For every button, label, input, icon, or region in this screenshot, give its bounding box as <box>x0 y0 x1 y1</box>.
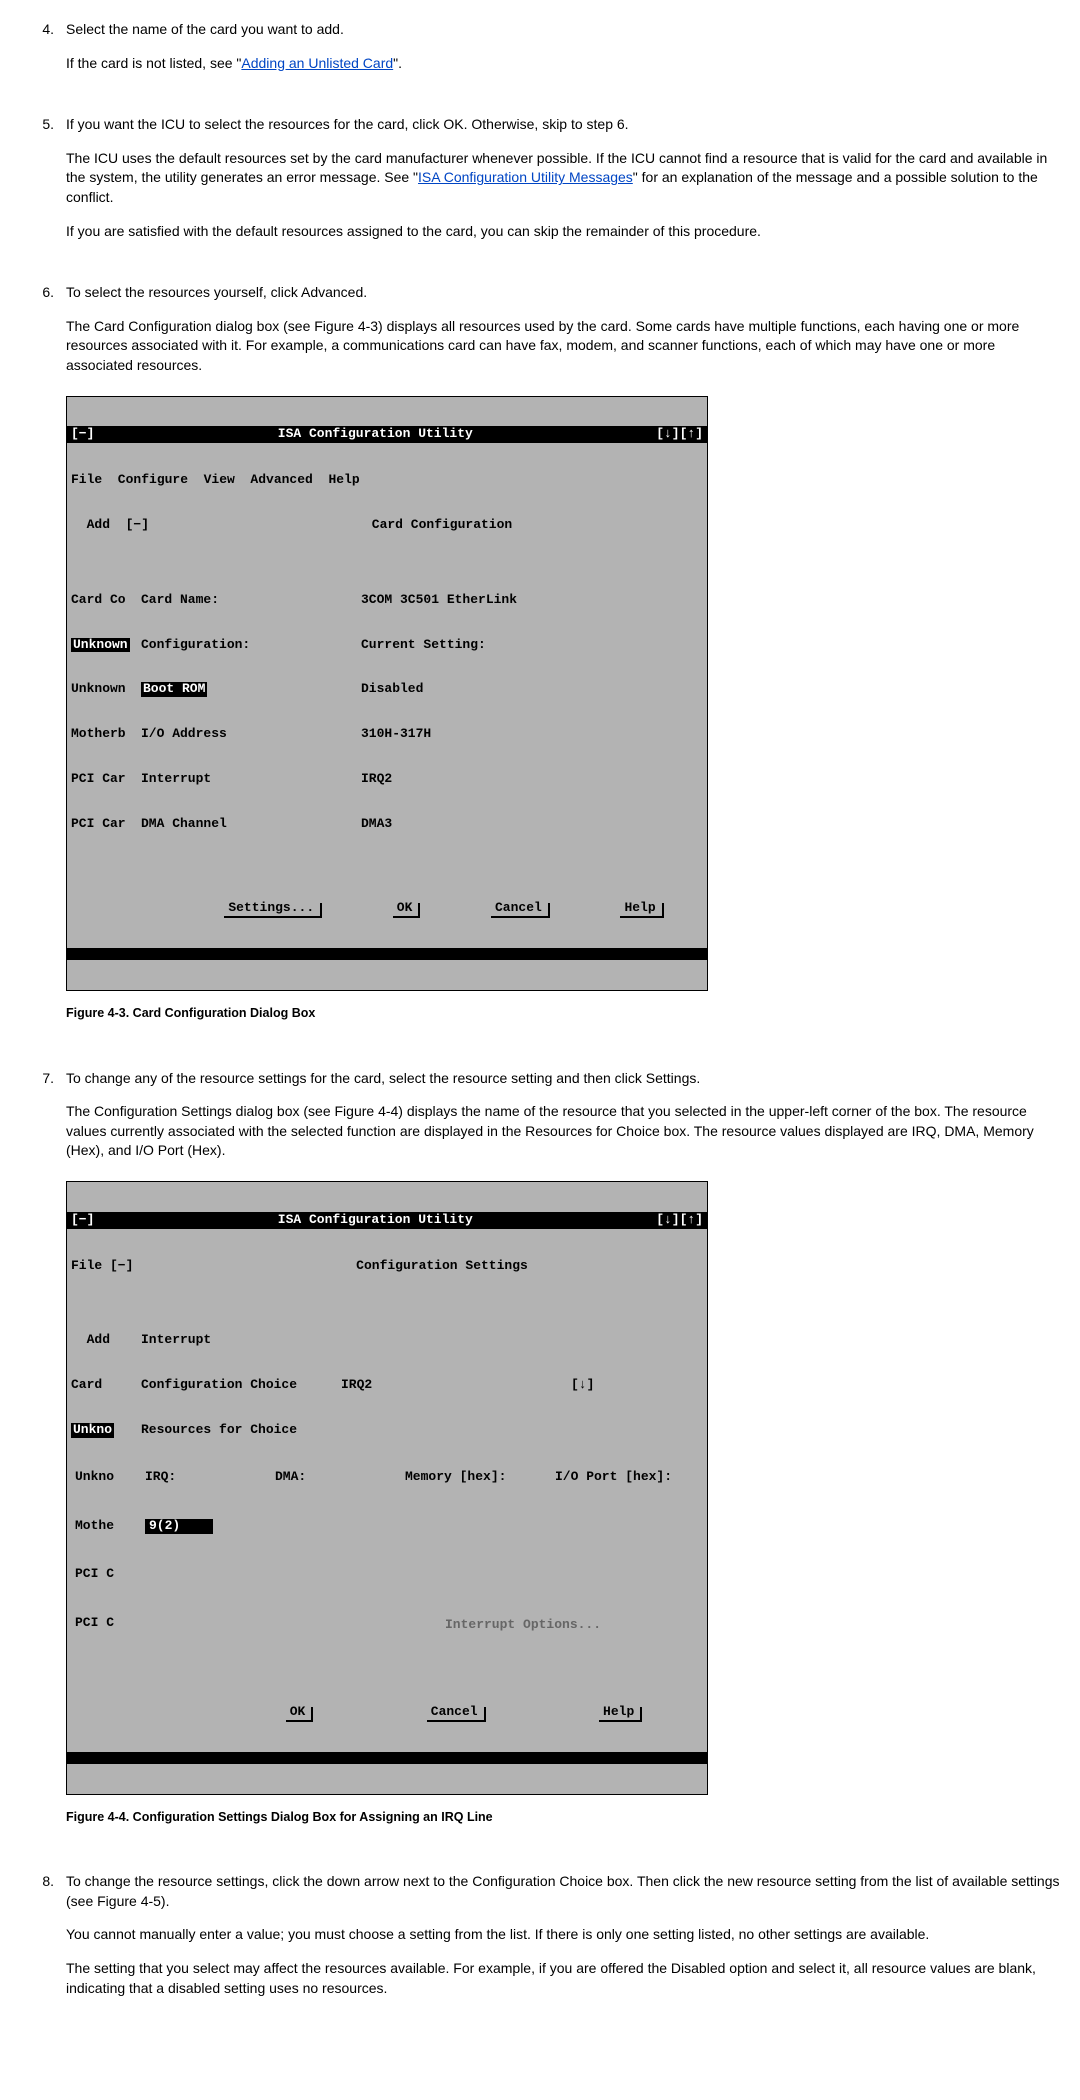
step-6-number: 6. <box>20 283 66 1041</box>
sidebar-item: Motherb <box>71 727 141 742</box>
help-button[interactable]: Help <box>618 901 661 916</box>
label-ioport: I/O Port [hex]: <box>555 1470 705 1485</box>
link-isa-config-messages[interactable]: ISA Configuration Utility Messages <box>418 169 633 185</box>
step-7-number: 7. <box>20 1069 66 1845</box>
label-configuration: Configuration: <box>141 638 361 653</box>
figure-4-3-screenshot: [−] ISA Configuration Utility [↓][↑] Fil… <box>66 396 708 992</box>
step-4-note: If the card is not listed, see "Adding a… <box>66 54 1060 74</box>
sidebar-item: Add <box>71 1333 141 1348</box>
interrupt-options-button[interactable]: Interrupt Options... <box>405 1616 601 1633</box>
window-control-icon: [−] <box>71 1213 94 1228</box>
config-dma[interactable]: DMA Channel <box>141 817 361 832</box>
dropdown-icon[interactable]: [↓] <box>571 1378 594 1393</box>
step-7-text: To change any of the resource settings f… <box>66 1069 1060 1089</box>
label-memory: Memory [hex]: <box>405 1470 555 1485</box>
dialog-title: Card Configuration <box>181 518 703 533</box>
figure-4-3-caption: Figure 4-3. Card Configuration Dialog Bo… <box>66 1005 1060 1023</box>
sidebar-item: Unkno <box>75 1470 145 1485</box>
sidebar-item: PCI Car <box>71 817 141 832</box>
sidebar-item: Card <box>71 1378 141 1393</box>
step-8-text: To change the resource settings, click t… <box>66 1872 1060 1911</box>
value-card-name: 3COM 3C501 EtherLink <box>361 593 703 608</box>
step-5-number: 5. <box>20 115 66 255</box>
label-card-name: Card Name: <box>141 593 361 608</box>
value-interrupt: IRQ2 <box>361 772 703 787</box>
label-dma: DMA: <box>275 1470 405 1485</box>
step-5-text: If you want the ICU to select the resour… <box>66 115 1060 135</box>
sidebar-item: PCI C <box>75 1616 145 1633</box>
sidebar-item: Unknown <box>71 682 141 697</box>
status-bar <box>67 948 707 960</box>
figure-4-4-caption: Figure 4-4. Configuration Settings Dialo… <box>66 1809 1060 1827</box>
window-title: ISA Configuration Utility <box>94 1213 656 1228</box>
sidebar-item: PCI Car <box>71 772 141 787</box>
irq-selected-value[interactable]: 9(2) <box>145 1519 213 1534</box>
help-button[interactable]: Help <box>597 1705 640 1720</box>
label-resources-for-choice: Resources for Choice <box>141 1423 297 1438</box>
scroll-icons: [↓][↑] <box>656 1213 703 1228</box>
ok-button[interactable]: OK <box>391 901 419 916</box>
menu-bar[interactable]: File [−] <box>71 1259 181 1274</box>
sidebar-item: Mothe <box>75 1519 145 1534</box>
ok-button[interactable]: OK <box>284 1705 312 1720</box>
step-5-para2: The ICU uses the default resources set b… <box>66 149 1060 208</box>
label-config-choice: Configuration Choice <box>141 1378 341 1393</box>
scroll-icons: [↓][↑] <box>656 427 703 442</box>
sidebar-item-selected: Unknown <box>71 638 130 653</box>
step-6-para2: The Card Configuration dialog box (see F… <box>66 317 1060 376</box>
step-4-text: Select the name of the card you want to … <box>66 20 1060 40</box>
step-7-para2: The Configuration Settings dialog box (s… <box>66 1102 1060 1161</box>
sub-window-control: Add [−] <box>71 518 181 533</box>
figure-4-4-screenshot: [−] ISA Configuration Utility [↓][↑] Fil… <box>66 1181 708 1795</box>
menu-bar[interactable]: File Configure View Advanced Help <box>67 473 707 488</box>
cancel-button[interactable]: Cancel <box>489 901 548 916</box>
status-bar <box>67 1752 707 1764</box>
step-6-text: To select the resources yourself, click … <box>66 283 1060 303</box>
step-8-para3: The setting that you select may affect t… <box>66 1959 1060 1998</box>
window-title: ISA Configuration Utility <box>94 427 656 442</box>
sidebar-item: PCI C <box>75 1567 145 1582</box>
sidebar-item: Card Co <box>71 593 141 608</box>
step-8-number: 8. <box>20 1872 66 2012</box>
config-boot-rom-selected[interactable]: Boot ROM <box>141 682 207 697</box>
step-4-number: 4. <box>20 20 66 87</box>
link-adding-unlisted-card[interactable]: Adding an Unlisted Card <box>241 55 393 71</box>
label-irq: IRQ: <box>145 1470 275 1485</box>
sidebar-item-selected: Unkno <box>71 1423 114 1438</box>
step-8-para2: You cannot manually enter a value; you m… <box>66 1925 1060 1945</box>
config-interrupt[interactable]: Interrupt <box>141 772 361 787</box>
cancel-button[interactable]: Cancel <box>425 1705 484 1720</box>
label-interrupt: Interrupt <box>141 1333 211 1348</box>
value-config-choice[interactable]: IRQ2 <box>341 1378 571 1393</box>
value-dma: DMA3 <box>361 817 703 832</box>
dialog-title: Configuration Settings <box>181 1259 703 1274</box>
value-io-address: 310H-317H <box>361 727 703 742</box>
config-io-address[interactable]: I/O Address <box>141 727 361 742</box>
label-current-setting: Current Setting: <box>361 638 703 653</box>
window-control-icon: [−] <box>71 427 94 442</box>
settings-button[interactable]: Settings... <box>222 901 320 916</box>
step-5-para3: If you are satisfied with the default re… <box>66 222 1060 242</box>
value-boot-rom: Disabled <box>361 682 703 697</box>
